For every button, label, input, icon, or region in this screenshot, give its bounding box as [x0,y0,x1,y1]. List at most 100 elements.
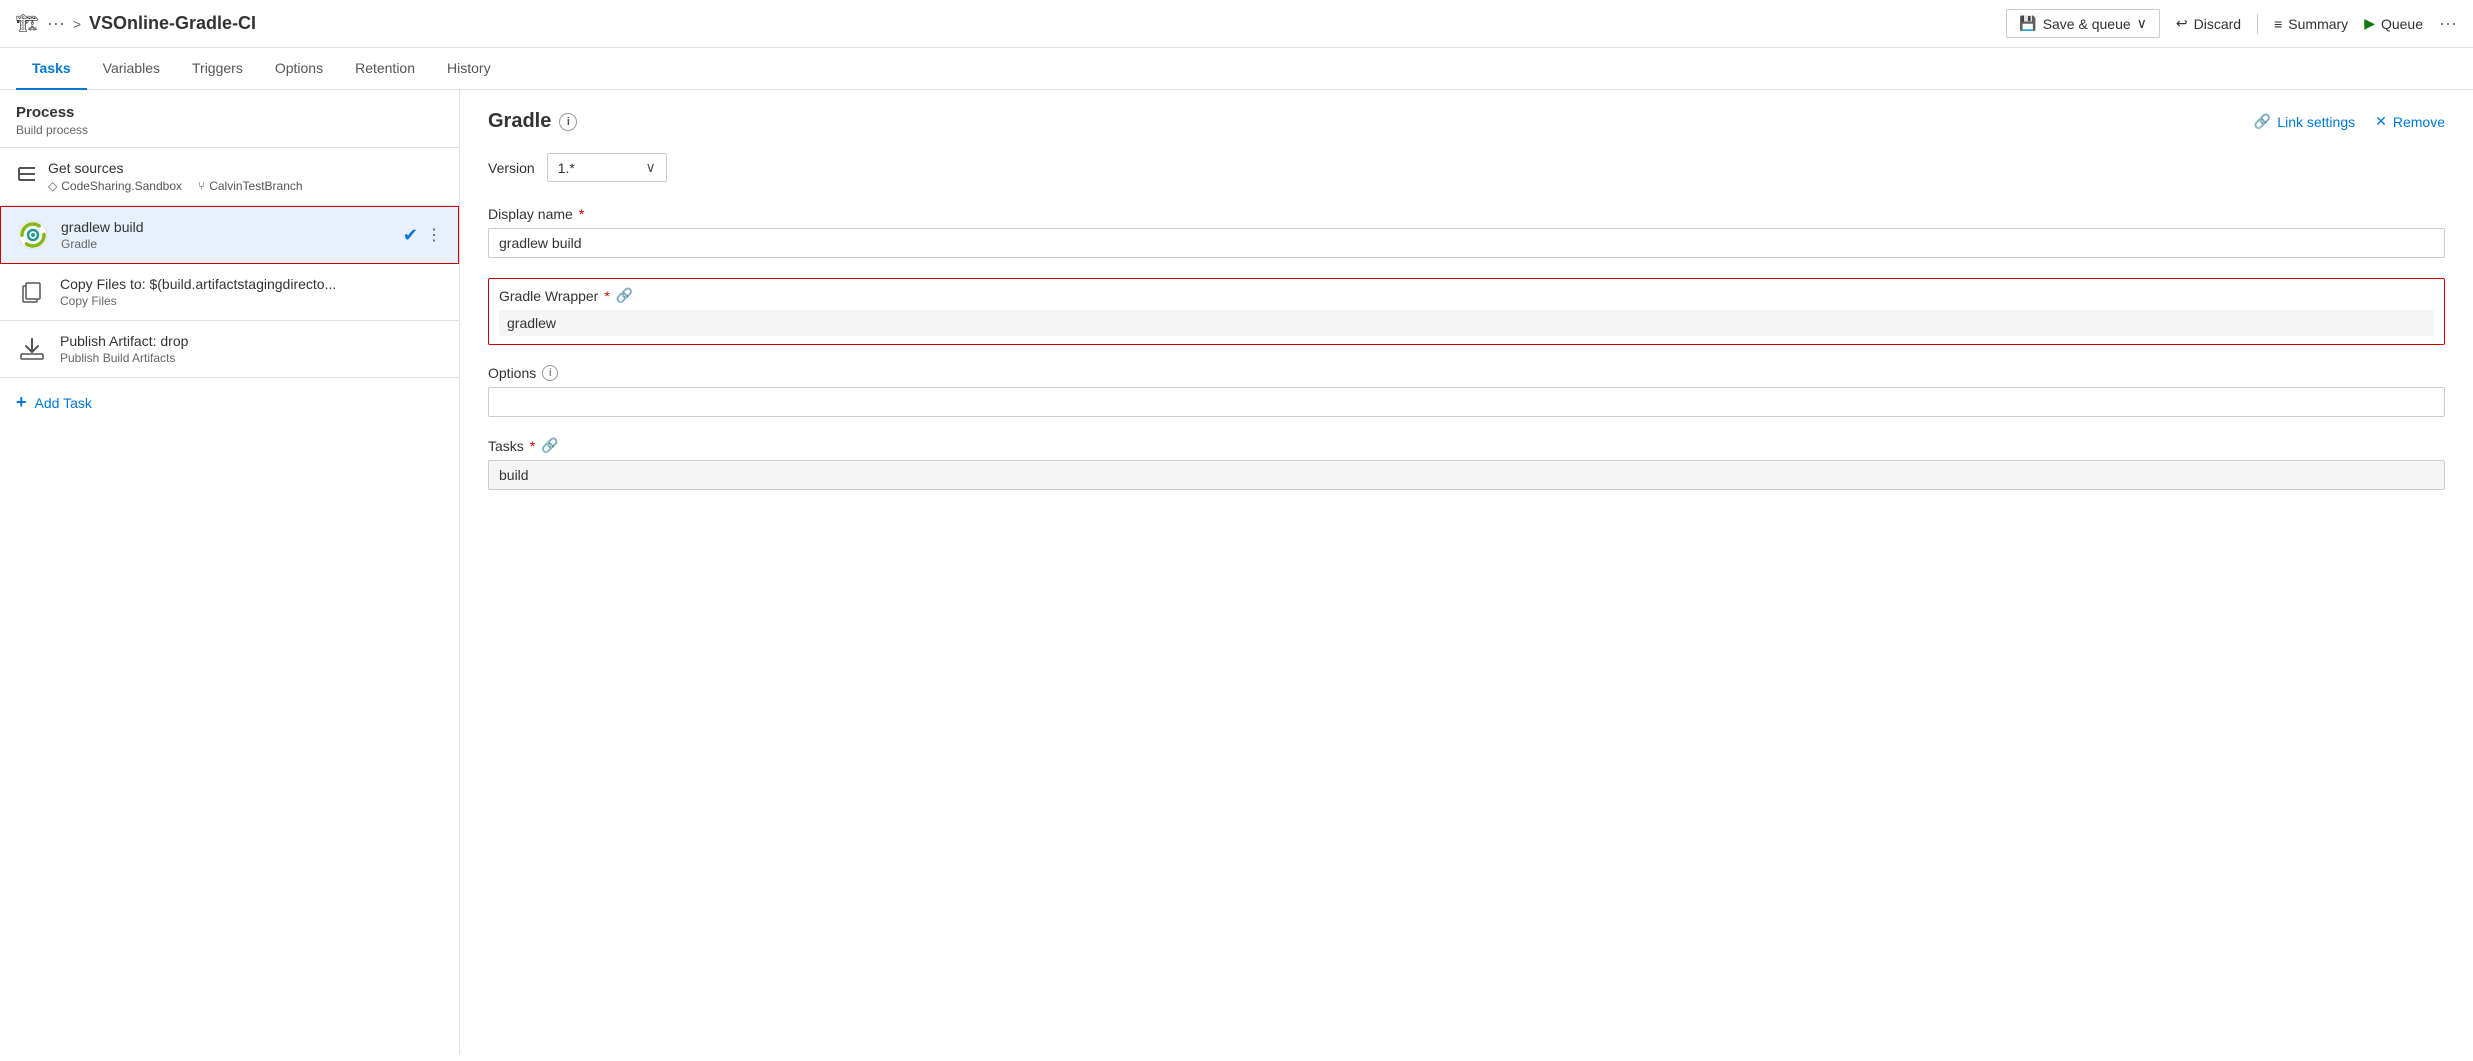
right-panel-actions: 🔗 Link settings ✕ Remove [2254,113,2445,130]
main-layout: Process Build process Get sources ◇ [0,90,2473,1054]
summary-lines-icon: ≡ [2274,16,2282,32]
remove-button[interactable]: ✕ Remove [2375,113,2445,130]
task-row-copy-files[interactable]: Copy Files to: $(build.artifactstagingdi… [0,264,459,321]
save-queue-label: Save & queue [2043,16,2131,32]
options-field-group: Options i [488,365,2445,417]
version-select[interactable]: 1.* ∨ [547,153,667,182]
branch-icon: ⑂ [198,179,205,193]
get-sources-meta: ◇ CodeSharing.Sandbox ⑂ CalvinTestBranch [48,179,443,193]
save-queue-chevron: ∨ [2137,15,2147,32]
get-sources-row[interactable]: Get sources ◇ CodeSharing.Sandbox ⑂ Calv… [0,148,459,206]
queue-label: Queue [2381,16,2423,32]
summary-button[interactable]: ≡ Summary [2274,16,2348,32]
tab-navigation: Tasks Variables Triggers Options Retenti… [0,48,2473,90]
right-panel-title: Gradle i [488,110,577,133]
save-queue-button[interactable]: 💾 Save & queue ∨ [2006,9,2160,38]
remove-x-icon: ✕ [2375,113,2387,130]
process-title: Process [16,104,443,121]
tasks-input[interactable] [488,460,2445,490]
tab-options[interactable]: Options [259,48,339,90]
add-task-label: Add Task [35,395,92,411]
queue-button[interactable]: ▶ Queue [2364,15,2423,32]
display-name-label-text: Display name [488,206,573,222]
remove-label: Remove [2393,114,2445,130]
discard-button[interactable]: ↩ Discard [2176,15,2241,32]
floppy-icon: 💾 [2019,15,2036,32]
get-sources-branch: ⑂ CalvinTestBranch [198,179,303,193]
task-row-gradlew-build[interactable]: gradlew build Gradle ✔ ⋮ [0,206,459,264]
link-settings-button[interactable]: 🔗 Link settings [2254,113,2355,130]
task-kebab-icon[interactable]: ⋮ [426,225,442,245]
display-name-required: * [579,206,584,222]
get-sources-icon [16,163,38,190]
task-type-gradlew-build: Gradle [61,237,391,251]
task-check-icon: ✔ [403,225,418,246]
task-info-gradlew-build: gradlew build Gradle [61,219,391,251]
options-label-text: Options [488,365,536,381]
discard-label: Discard [2194,16,2241,32]
gradle-wrapper-link-icon[interactable]: 🔗 [616,287,633,304]
repo-icon: ◇ [48,179,57,193]
gradle-wrapper-field-group: Gradle Wrapper * 🔗 gradlew [488,278,2445,345]
task-actions-gradlew-build: ✔ ⋮ [403,225,442,246]
tab-history[interactable]: History [431,48,507,90]
link-settings-icon: 🔗 [2254,113,2271,130]
tab-tasks[interactable]: Tasks [16,48,87,90]
right-panel: Gradle i 🔗 Link settings ✕ Remove Versio… [460,90,2473,1054]
version-value: 1.* [558,160,575,176]
link-settings-label: Link settings [2277,114,2355,130]
tab-triggers[interactable]: Triggers [176,48,259,90]
task-info-copy-files: Copy Files to: $(build.artifactstagingdi… [60,276,443,308]
task-row-publish-artifact[interactable]: Publish Artifact: drop Publish Build Art… [0,321,459,378]
topbar-title: VSOnline-Gradle-CI [89,13,256,34]
tasks-field-group: Tasks * 🔗 [488,437,2445,490]
right-panel-header: Gradle i 🔗 Link settings ✕ Remove [488,110,2445,133]
gradle-info-icon[interactable]: i [559,113,577,131]
copy-files-task-icon [16,276,48,308]
version-chevron-icon: ∨ [645,159,655,176]
task-info-publish-artifact: Publish Artifact: drop Publish Build Art… [60,333,443,365]
version-row: Version 1.* ∨ [488,153,2445,182]
task-type-copy-files: Copy Files [60,294,443,308]
display-name-field-group: Display name * [488,206,2445,258]
repo-name: CodeSharing.Sandbox [61,179,182,193]
topbar-more-dots[interactable]: ··· [47,13,65,34]
tab-retention[interactable]: Retention [339,48,431,90]
version-label: Version [488,160,535,176]
tasks-required: * [530,438,535,454]
gradle-title-text: Gradle [488,110,551,133]
topbar-right: 💾 Save & queue ∨ ↩ Discard ≡ Summary ▶ Q… [2006,9,2457,38]
gradle-wrapper-value: gradlew [499,310,2434,336]
topbar-overflow-icon[interactable]: ··· [2439,13,2457,34]
undo-icon: ↩ [2176,15,2188,32]
process-subtitle: Build process [16,123,443,137]
gradle-task-icon [17,219,49,251]
options-info-icon[interactable]: i [542,365,558,381]
get-sources-info: Get sources ◇ CodeSharing.Sandbox ⑂ Calv… [48,160,443,193]
task-name-publish-artifact: Publish Artifact: drop [60,333,443,349]
home-icon[interactable]: 🏗 [16,13,39,34]
gradle-wrapper-label: Gradle Wrapper * 🔗 [499,287,2434,304]
tasks-field-label: Tasks * 🔗 [488,437,2445,454]
left-panel: Process Build process Get sources ◇ [0,90,460,1054]
topbar-left: 🏗 ··· > VSOnline-Gradle-CI [16,13,2006,34]
options-label: Options i [488,365,2445,381]
tasks-label-text: Tasks [488,438,524,454]
separator [2257,14,2258,34]
task-name-gradlew-build: gradlew build [61,219,391,235]
get-sources-repo: ◇ CodeSharing.Sandbox [48,179,182,193]
publish-artifact-task-icon [16,333,48,365]
tab-variables[interactable]: Variables [87,48,176,90]
summary-label: Summary [2288,16,2348,32]
gradle-wrapper-required: * [604,288,609,304]
topbar: 🏗 ··· > VSOnline-Gradle-CI 💾 Save & queu… [0,0,2473,48]
play-icon: ▶ [2364,15,2375,32]
add-task-plus-icon: + [16,392,27,413]
tasks-link-icon[interactable]: 🔗 [541,437,558,454]
display-name-label: Display name * [488,206,2445,222]
get-sources-name: Get sources [48,160,443,176]
gradle-wrapper-label-text: Gradle Wrapper [499,288,598,304]
options-input[interactable] [488,387,2445,417]
add-task-row[interactable]: + Add Task [0,378,459,427]
display-name-input[interactable] [488,228,2445,258]
